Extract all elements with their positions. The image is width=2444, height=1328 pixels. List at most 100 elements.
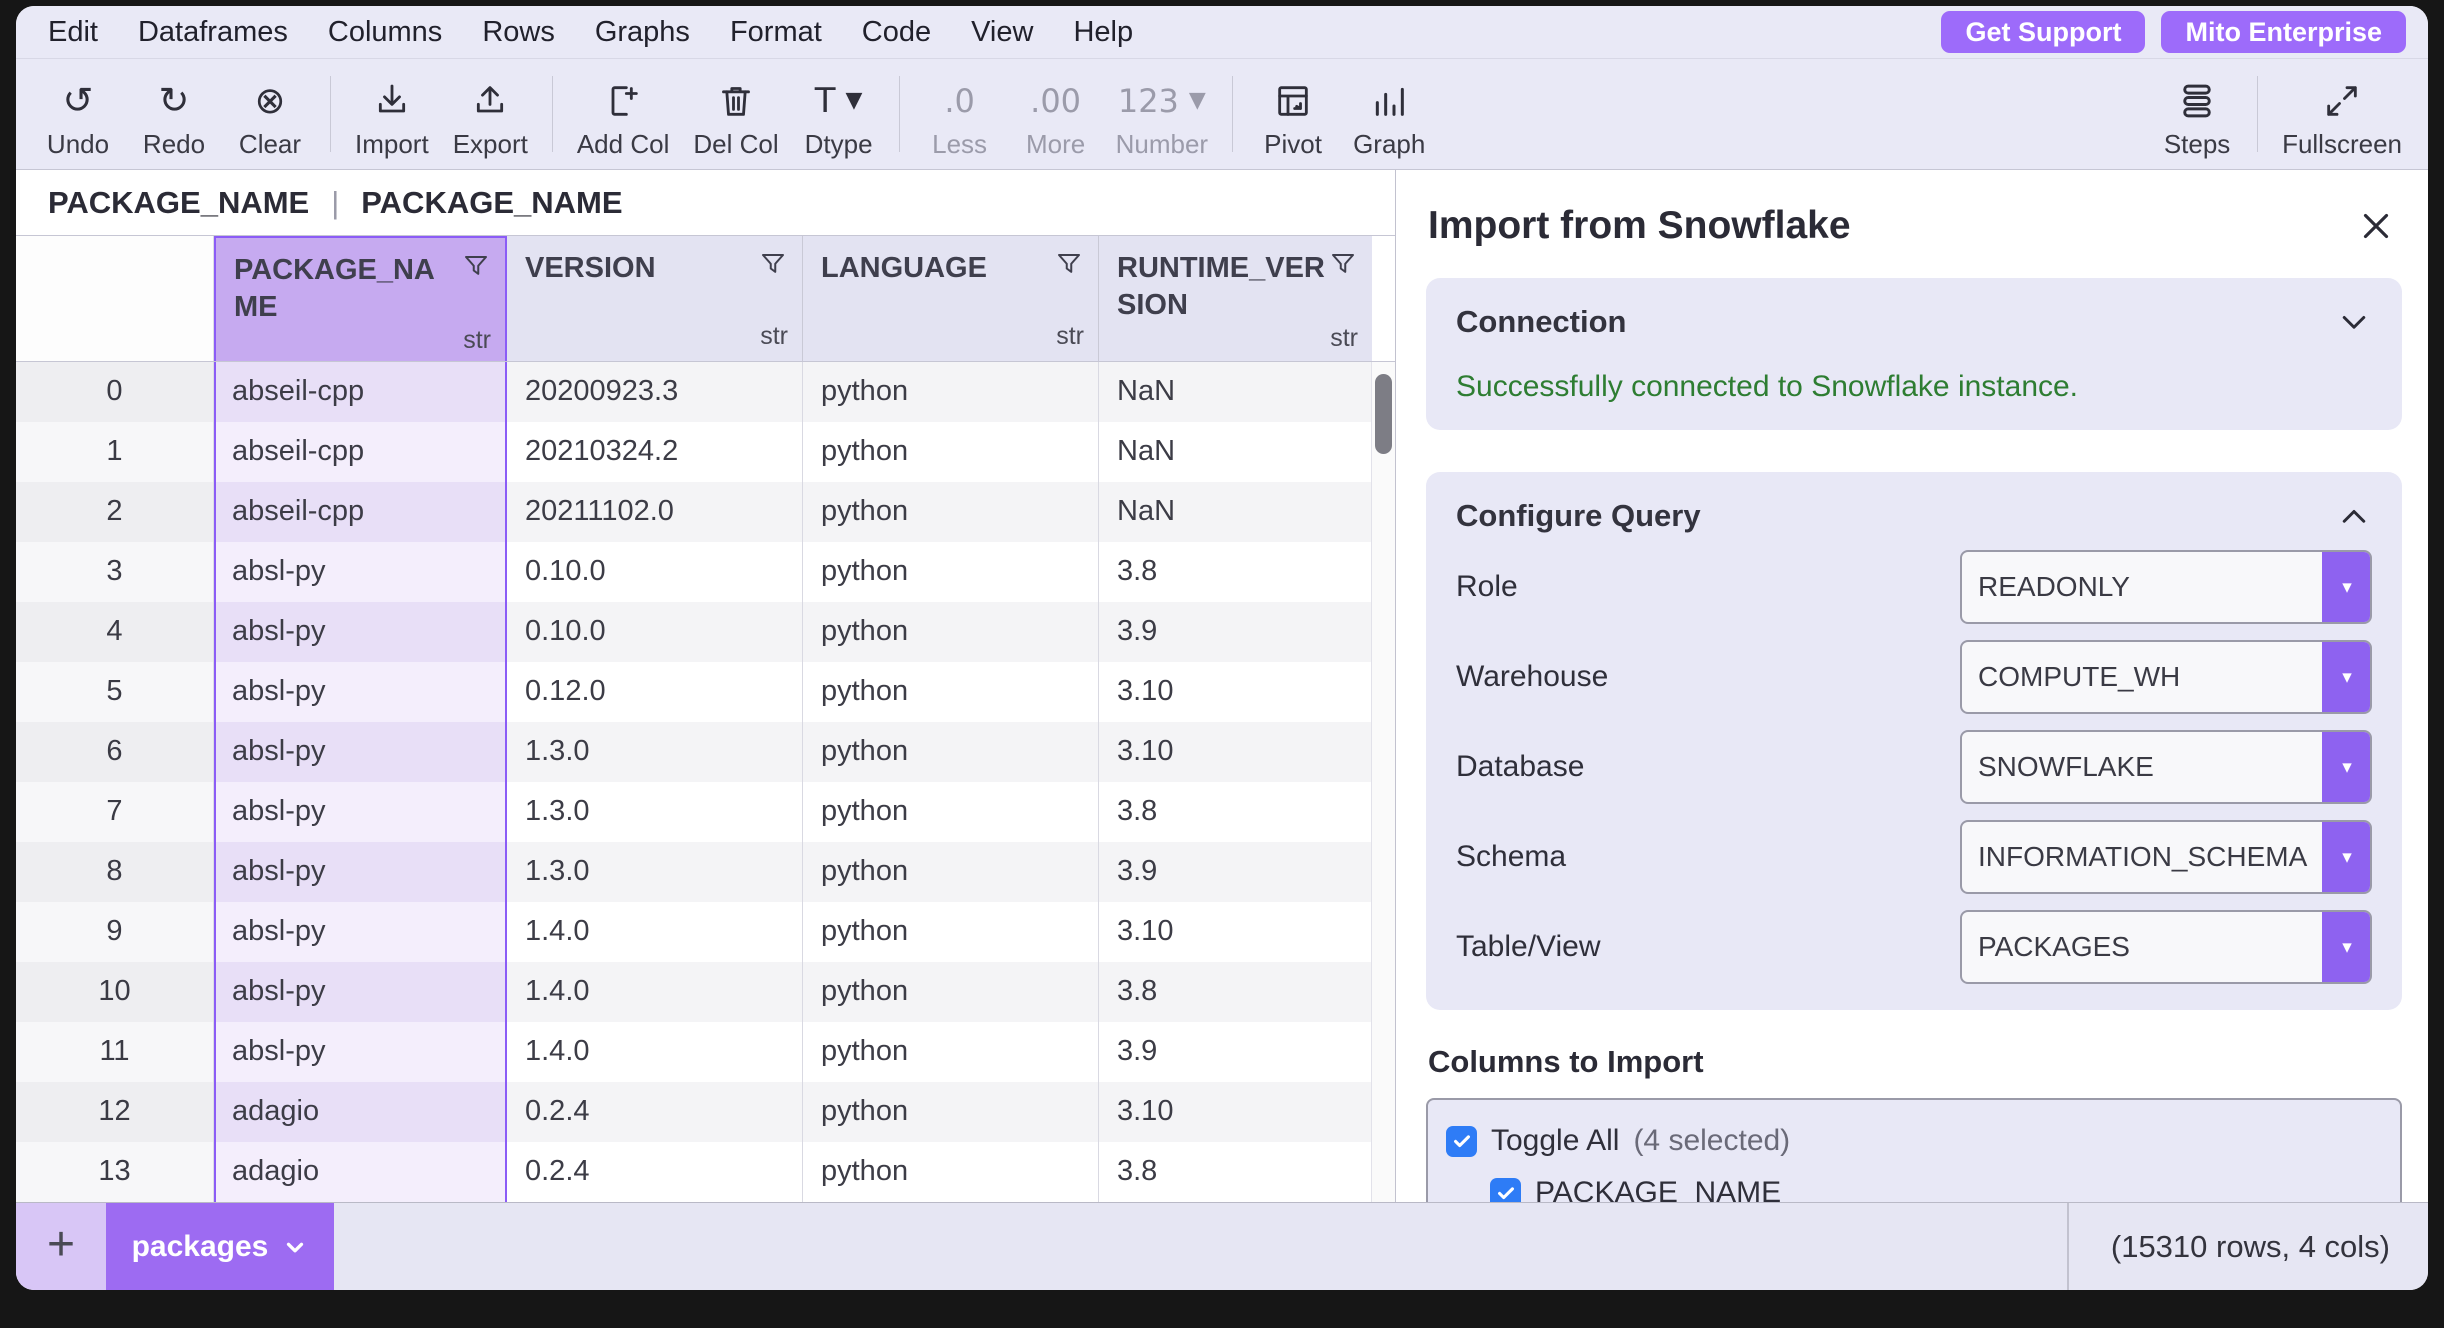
- grid-cell[interactable]: 3.10: [1099, 1082, 1372, 1142]
- column-header-package-name[interactable]: PACKAGE_NAME str: [214, 236, 507, 361]
- grid-cell[interactable]: 3.8: [1099, 962, 1372, 1022]
- grid-cell[interactable]: 0.2.4: [507, 1082, 803, 1142]
- menu-edit[interactable]: Edit: [48, 16, 98, 49]
- row-index[interactable]: 4: [16, 602, 214, 662]
- filter-icon[interactable]: [461, 252, 491, 282]
- chevron-down-icon[interactable]: [2336, 304, 2372, 340]
- connection-section-header[interactable]: Connection: [1456, 304, 2372, 340]
- row-index[interactable]: 0: [16, 362, 214, 422]
- menu-graphs[interactable]: Graphs: [595, 16, 690, 49]
- add-col-button[interactable]: Add Col: [565, 68, 682, 160]
- menu-code[interactable]: Code: [862, 16, 931, 49]
- grid-cell[interactable]: python: [803, 542, 1099, 602]
- column-header-version[interactable]: VERSION str: [507, 236, 803, 361]
- grid-cell[interactable]: 20200923.3: [507, 362, 803, 422]
- close-panel-button[interactable]: [2354, 204, 2398, 248]
- schema-dropdown[interactable]: INFORMATION_SCHEMA ▾: [1960, 820, 2372, 894]
- filter-icon[interactable]: [1054, 250, 1084, 280]
- grid-cell[interactable]: python: [803, 602, 1099, 662]
- package-name-checkbox[interactable]: [1490, 1178, 1521, 1203]
- sheet-tab-packages[interactable]: packages: [106, 1203, 334, 1290]
- row-index[interactable]: 9: [16, 902, 214, 962]
- toggle-all-row[interactable]: Toggle All (4 selected): [1446, 1124, 2382, 1158]
- grid-cell[interactable]: python: [803, 1082, 1099, 1142]
- get-support-button[interactable]: Get Support: [1941, 11, 2145, 53]
- grid-cell[interactable]: python: [803, 722, 1099, 782]
- grid-cell[interactable]: python: [803, 1142, 1099, 1202]
- column-checkbox-row[interactable]: PACKAGE_NAME: [1490, 1176, 2382, 1202]
- scrollbar-thumb[interactable]: [1375, 374, 1392, 454]
- row-index[interactable]: 6: [16, 722, 214, 782]
- menu-help[interactable]: Help: [1073, 16, 1133, 49]
- grid-cell[interactable]: adagio: [214, 1142, 507, 1202]
- grid-cell[interactable]: python: [803, 842, 1099, 902]
- grid-cell[interactable]: 0.12.0: [507, 662, 803, 722]
- grid-cell[interactable]: 1.4.0: [507, 902, 803, 962]
- database-dropdown[interactable]: SNOWFLAKE ▾: [1960, 730, 2372, 804]
- grid-cell[interactable]: python: [803, 482, 1099, 542]
- menu-columns[interactable]: Columns: [328, 16, 442, 49]
- more-decimals-button[interactable]: .00 More: [1008, 68, 1104, 160]
- grid-cell[interactable]: adagio: [214, 1082, 507, 1142]
- grid-cell[interactable]: NaN: [1099, 362, 1372, 422]
- grid-cell[interactable]: absl-py: [214, 542, 507, 602]
- grid-cell[interactable]: abseil-cpp: [214, 422, 507, 482]
- grid-cell[interactable]: 3.10: [1099, 662, 1372, 722]
- row-index[interactable]: 1: [16, 422, 214, 482]
- grid-cell[interactable]: python: [803, 782, 1099, 842]
- number-format-button[interactable]: 123▼ Number: [1104, 68, 1220, 160]
- grid-cell[interactable]: 1.4.0: [507, 1022, 803, 1082]
- pivot-button[interactable]: Pivot: [1245, 68, 1341, 160]
- grid-cell[interactable]: NaN: [1099, 482, 1372, 542]
- vertical-scrollbar[interactable]: [1371, 362, 1395, 1202]
- less-decimals-button[interactable]: .0 Less: [912, 68, 1008, 160]
- column-header-runtime-version[interactable]: RUNTIME_VERSION str: [1099, 236, 1372, 361]
- del-col-button[interactable]: Del Col: [681, 68, 790, 160]
- grid-cell[interactable]: 1.3.0: [507, 782, 803, 842]
- grid-cell[interactable]: 3.9: [1099, 1022, 1372, 1082]
- row-index[interactable]: 13: [16, 1142, 214, 1202]
- grid-cell[interactable]: NaN: [1099, 422, 1372, 482]
- row-index[interactable]: 10: [16, 962, 214, 1022]
- column-header-language[interactable]: LANGUAGE str: [803, 236, 1099, 361]
- grid-cell[interactable]: 0.2.4: [507, 1142, 803, 1202]
- undo-button[interactable]: ↺ Undo: [30, 68, 126, 160]
- grid-cell[interactable]: 20210324.2: [507, 422, 803, 482]
- formula-bar[interactable]: PACKAGE_NAME | PACKAGE_NAME: [16, 170, 1395, 236]
- row-index[interactable]: 12: [16, 1082, 214, 1142]
- grid-cell[interactable]: 0.10.0: [507, 542, 803, 602]
- export-button[interactable]: Export: [441, 68, 540, 160]
- chevron-up-icon[interactable]: [2336, 498, 2372, 534]
- warehouse-dropdown[interactable]: COMPUTE_WH ▾: [1960, 640, 2372, 714]
- grid-cell[interactable]: absl-py: [214, 902, 507, 962]
- dtype-button[interactable]: T▼ Dtype: [791, 68, 887, 160]
- import-button[interactable]: Import: [343, 68, 441, 160]
- row-index[interactable]: 3: [16, 542, 214, 602]
- grid-cell[interactable]: python: [803, 422, 1099, 482]
- grid-cell[interactable]: 1.4.0: [507, 962, 803, 1022]
- row-index[interactable]: 5: [16, 662, 214, 722]
- grid-cell[interactable]: python: [803, 1022, 1099, 1082]
- row-index[interactable]: 8: [16, 842, 214, 902]
- menu-view[interactable]: View: [971, 16, 1033, 49]
- menu-format[interactable]: Format: [730, 16, 822, 49]
- clear-button[interactable]: ⊗ Clear: [222, 68, 318, 160]
- grid-cell[interactable]: 1.3.0: [507, 842, 803, 902]
- role-dropdown[interactable]: READONLY ▾: [1960, 550, 2372, 624]
- grid-cell[interactable]: absl-py: [214, 842, 507, 902]
- grid-cell[interactable]: absl-py: [214, 662, 507, 722]
- steps-button[interactable]: Steps: [2149, 68, 2245, 160]
- grid-cell[interactable]: abseil-cpp: [214, 362, 507, 422]
- toggle-all-checkbox[interactable]: [1446, 1126, 1477, 1157]
- row-index[interactable]: 11: [16, 1022, 214, 1082]
- grid-cell[interactable]: 3.9: [1099, 842, 1372, 902]
- grid-cell[interactable]: 3.10: [1099, 902, 1372, 962]
- grid-cell[interactable]: python: [803, 902, 1099, 962]
- grid-cell[interactable]: 3.8: [1099, 782, 1372, 842]
- grid-cell[interactable]: 3.8: [1099, 542, 1372, 602]
- grid-cell[interactable]: 3.9: [1099, 602, 1372, 662]
- grid-cell[interactable]: python: [803, 662, 1099, 722]
- grid-cell[interactable]: 1.3.0: [507, 722, 803, 782]
- mito-enterprise-button[interactable]: Mito Enterprise: [2161, 11, 2406, 53]
- grid-cell[interactable]: python: [803, 362, 1099, 422]
